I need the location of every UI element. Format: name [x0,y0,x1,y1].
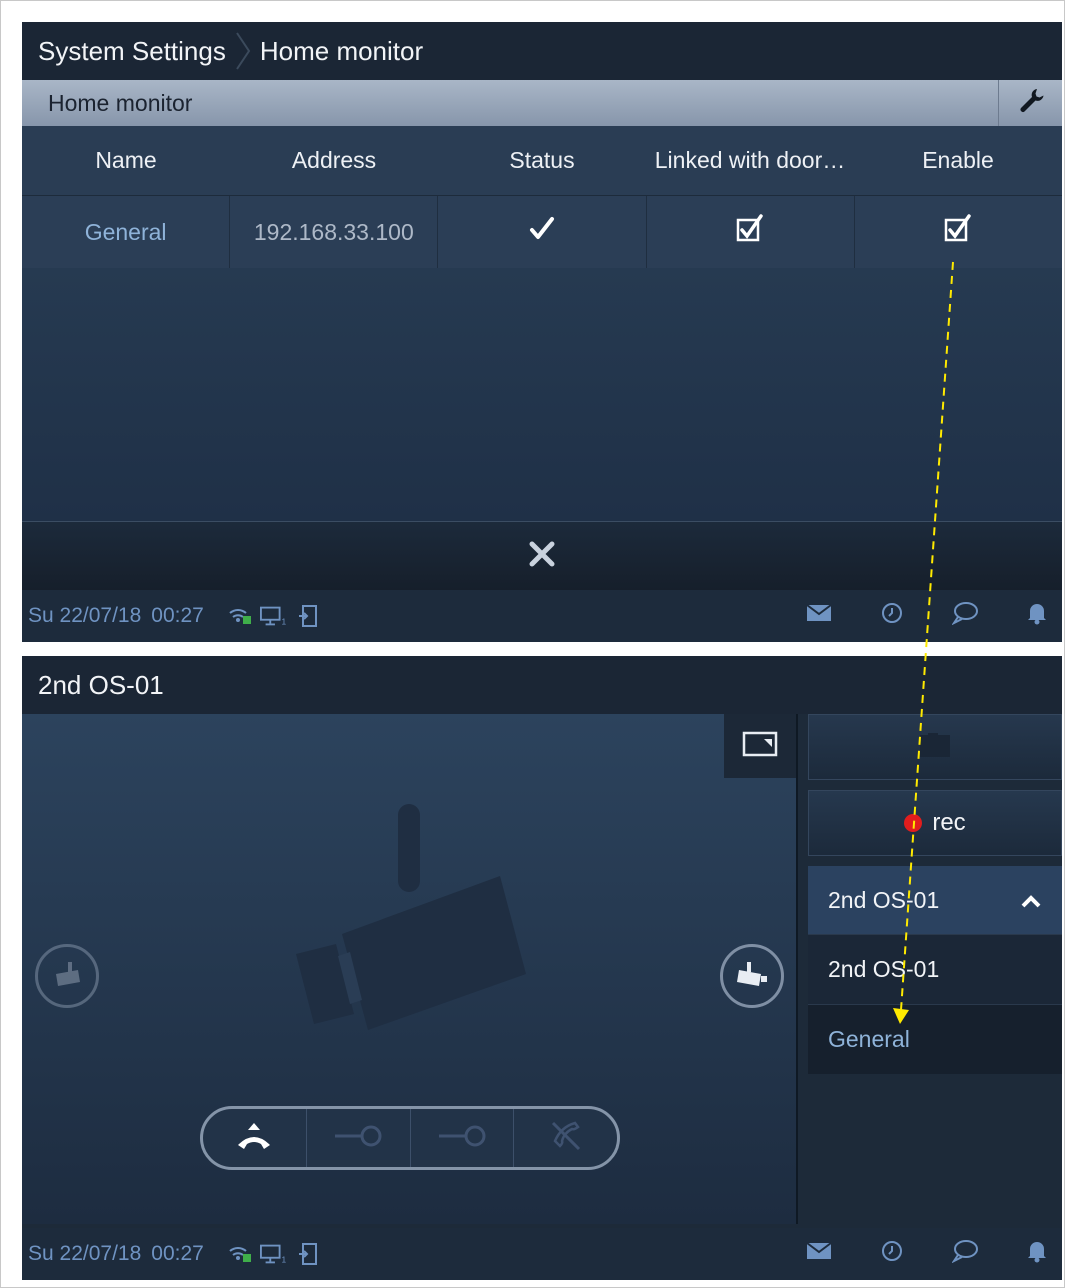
mail-icon[interactable] [806,1241,832,1267]
camera-pan-left-button[interactable] [35,944,99,1008]
chat-icon[interactable] [951,601,978,631]
column-header-linked: Linked with door… [654,147,846,173]
camera-placeholder-icon [292,804,532,1039]
close-bar [22,522,1062,590]
section-header: Home monitor [22,80,1062,126]
mute-icon [549,1119,583,1158]
station-dropdown[interactable]: 2nd OS-01 [808,866,1062,934]
status-bar: Su 22/07/18 00:27 1 [22,590,1062,642]
hangup-icon [235,1121,273,1156]
svg-text:1: 1 [281,1254,286,1264]
bell-icon[interactable] [1026,601,1048,631]
linked-checkbox-checked-icon[interactable] [735,214,765,250]
snapshot-icon [918,731,952,764]
status-icons-right [806,1228,1048,1280]
status-date: Su 22/07/18 [28,1242,142,1265]
section-title: Home monitor [48,89,193,116]
monitor-icon: 1 [259,1240,288,1268]
svg-text:1: 1 [281,616,286,626]
camera-pan-right-icon [735,960,769,993]
status-date: Su 22/07/18 [28,604,142,627]
unlock-door-1-button[interactable] [307,1109,411,1167]
cell-status [438,196,647,268]
monitor-icon: 1 [259,602,288,630]
column-header-name: Name [95,147,157,173]
status-time: 00:27 [151,604,204,627]
home-monitor-screen: System Settings Home monitor Home monito… [22,22,1062,642]
column-header-enable: Enable [922,147,994,173]
breadcrumb: System Settings Home monitor [22,22,1062,80]
table-row[interactable]: General 192.168.33.100 [22,196,1062,268]
wrench-icon [1017,86,1045,120]
table-header: Name Address Status Linked with door… En… [22,126,1062,196]
side-panel: rec 2nd OS-01 2nd OS-01 General [808,714,1062,1224]
record-label: rec [932,809,966,836]
status-icons-right [806,590,1048,642]
hangup-button[interactable] [203,1109,307,1167]
camera-pan-left-icon [50,960,84,993]
history-icon[interactable] [880,601,904,631]
column-header-address: Address [291,147,377,173]
enable-checkbox-checked-icon[interactable] [943,214,973,250]
video-area [22,714,798,1224]
breadcrumb-root[interactable]: System Settings [38,36,226,67]
outdoor-station-screen: 2nd OS-01 rec 2nd OS-01 2nd OS-01 Genera… [22,656,1062,1280]
page: System Settings Home monitor Home monito… [0,0,1065,1288]
camera-pan-right-button[interactable] [720,944,784,1008]
door-icon [294,1240,322,1268]
mail-icon[interactable] [806,603,832,629]
status-time: 00:27 [151,1242,204,1265]
unlock-door-2-button[interactable] [411,1109,515,1167]
cell-address: 192.168.33.100 [230,196,439,268]
cell-linked [647,196,855,268]
close-button[interactable] [512,526,572,586]
wrench-button[interactable] [998,80,1062,126]
dropdown-option[interactable]: General [808,1004,1062,1074]
column-header-status: Status [509,147,575,173]
record-dot-icon [904,814,923,832]
page-title: 2nd OS-01 [22,656,1062,714]
table-empty-area [22,268,1062,522]
call-controls [200,1106,620,1170]
dropdown-selected: 2nd OS-01 [828,886,940,913]
dropdown-option[interactable]: 2nd OS-01 [808,934,1062,1004]
key-icon [437,1124,487,1153]
bell-icon[interactable] [1026,1239,1048,1269]
key-icon [333,1124,383,1153]
wifi-icon [226,1240,254,1268]
record-button[interactable]: rec [808,790,1062,856]
status-bar: Su 22/07/18 00:27 1 [22,1228,1062,1280]
pip-button[interactable] [724,714,796,778]
wifi-icon [226,602,254,630]
pip-icon [742,731,778,762]
check-icon [529,216,555,248]
chevron-up-icon [1020,888,1042,915]
history-icon[interactable] [880,1239,904,1269]
mute-button[interactable] [514,1109,617,1167]
snapshot-button[interactable] [808,714,1062,780]
close-icon [528,540,556,573]
chat-icon[interactable] [951,1239,978,1269]
cell-enable [855,196,1062,268]
breadcrumb-current: Home monitor [259,35,424,66]
door-icon [294,602,322,630]
breadcrumb-separator-icon [234,31,252,71]
cell-name[interactable]: General [22,196,231,268]
